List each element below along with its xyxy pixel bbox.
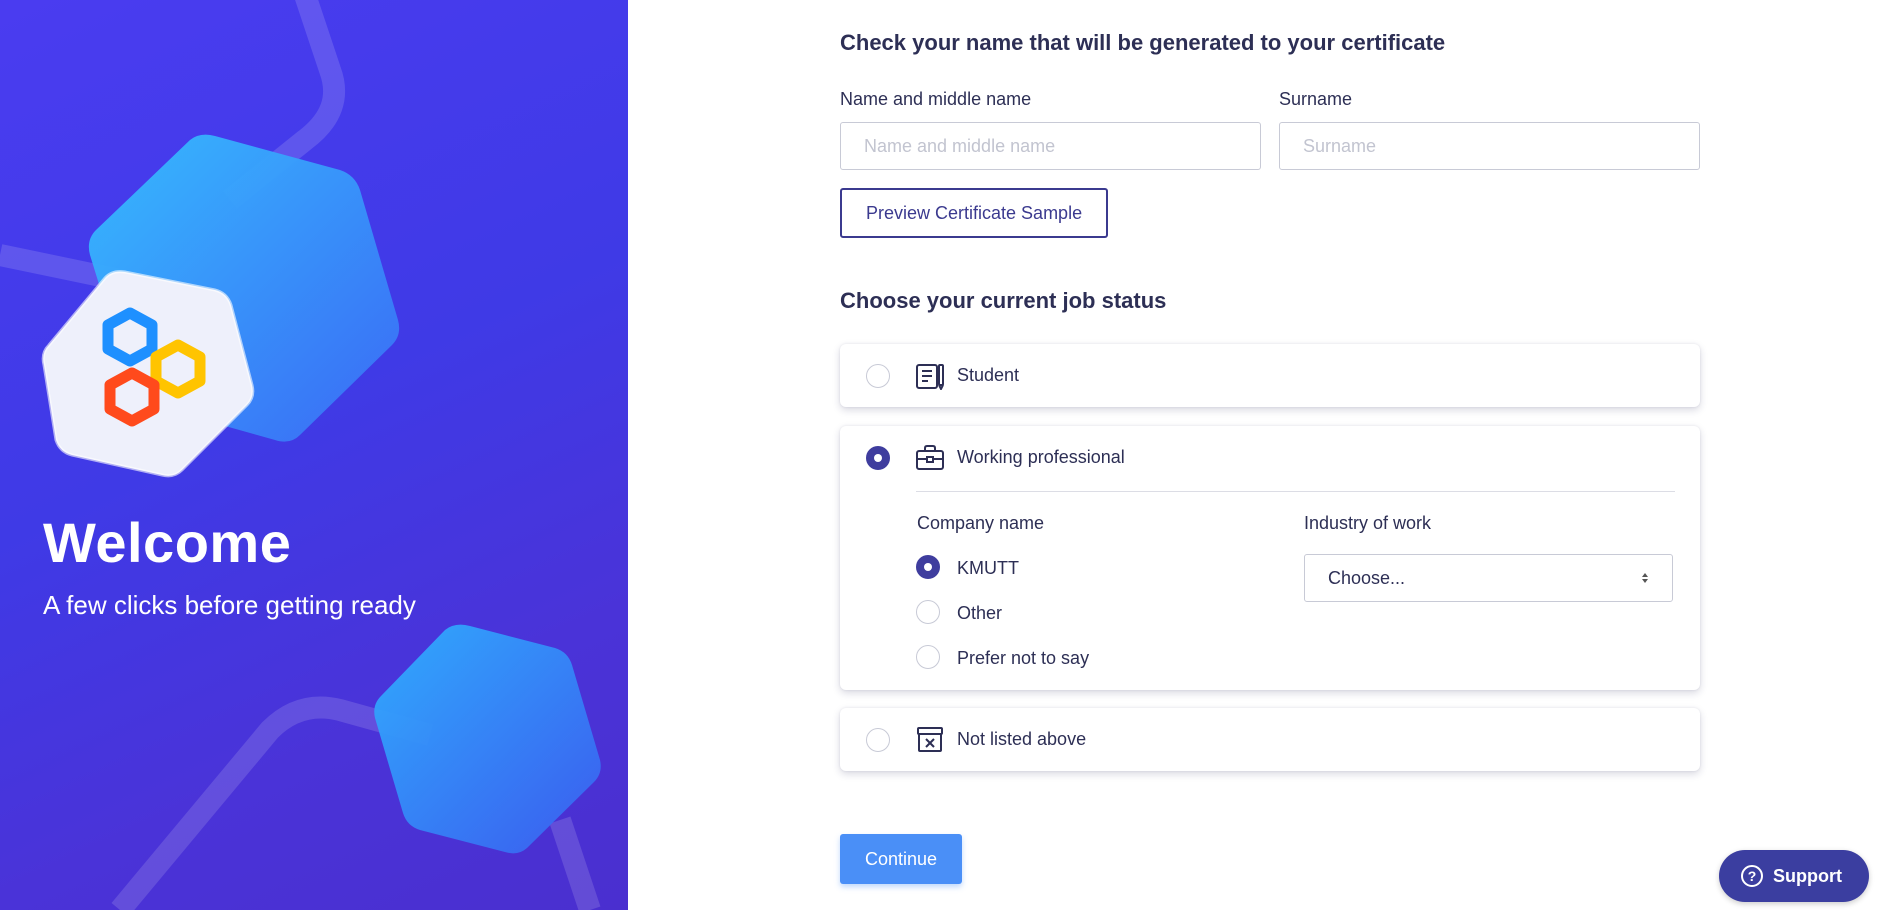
welcome-title: Welcome — [43, 511, 292, 574]
working-professional-radio[interactable] — [866, 446, 890, 470]
select-arrows-icon — [1642, 573, 1648, 583]
app-logo — [102, 307, 206, 427]
student-radio[interactable] — [866, 364, 890, 388]
briefcase-icon — [916, 445, 944, 470]
continue-button[interactable]: Continue — [840, 834, 963, 884]
job-option-working-professional[interactable]: Working professional Company name KMUTT … — [840, 426, 1700, 690]
company-kmutt-radio[interactable] — [916, 555, 940, 579]
industry-select-value: Choose... — [1328, 568, 1406, 588]
certificate-heading: Check your name that will be generated t… — [840, 30, 1446, 55]
company-prefer-not-label: Prefer not to say — [957, 648, 1090, 668]
company-name-label: Company name — [917, 513, 1045, 533]
industry-select[interactable]: Choose... — [1304, 554, 1673, 602]
divider — [916, 491, 1675, 492]
help-circle-icon: ? — [1741, 865, 1763, 887]
surname-input[interactable] — [1279, 122, 1700, 170]
company-other-label: Other — [957, 603, 1003, 623]
job-option-not-listed[interactable]: Not listed above — [840, 708, 1700, 771]
name-input[interactable] — [840, 122, 1261, 170]
working-professional-label: Working professional — [957, 447, 1125, 467]
company-kmutt-label: KMUTT — [957, 558, 1019, 578]
not-listed-radio[interactable] — [866, 728, 890, 752]
company-other-radio[interactable] — [916, 600, 940, 624]
hero-panel: Welcome A few clicks before getting read… — [0, 0, 628, 910]
industry-label: Industry of work — [1304, 513, 1432, 533]
hero-background — [0, 0, 601, 910]
job-status-heading: Choose your current job status — [840, 288, 1167, 313]
name-label: Name and middle name — [840, 89, 1032, 109]
not-listed-label: Not listed above — [957, 729, 1087, 749]
support-label: Support — [1773, 865, 1842, 886]
preview-certificate-button[interactable]: Preview Certificate Sample — [840, 188, 1109, 238]
job-option-student[interactable]: Student — [840, 344, 1700, 407]
notebook-icon — [916, 364, 944, 390]
company-prefer-not-radio[interactable] — [916, 645, 940, 669]
archive-x-icon — [917, 727, 943, 752]
support-button[interactable]: ? Support — [1719, 850, 1869, 902]
student-label: Student — [957, 365, 1020, 385]
welcome-subtitle: A few clicks before getting ready — [43, 590, 416, 620]
surname-label: Surname — [1279, 89, 1353, 109]
